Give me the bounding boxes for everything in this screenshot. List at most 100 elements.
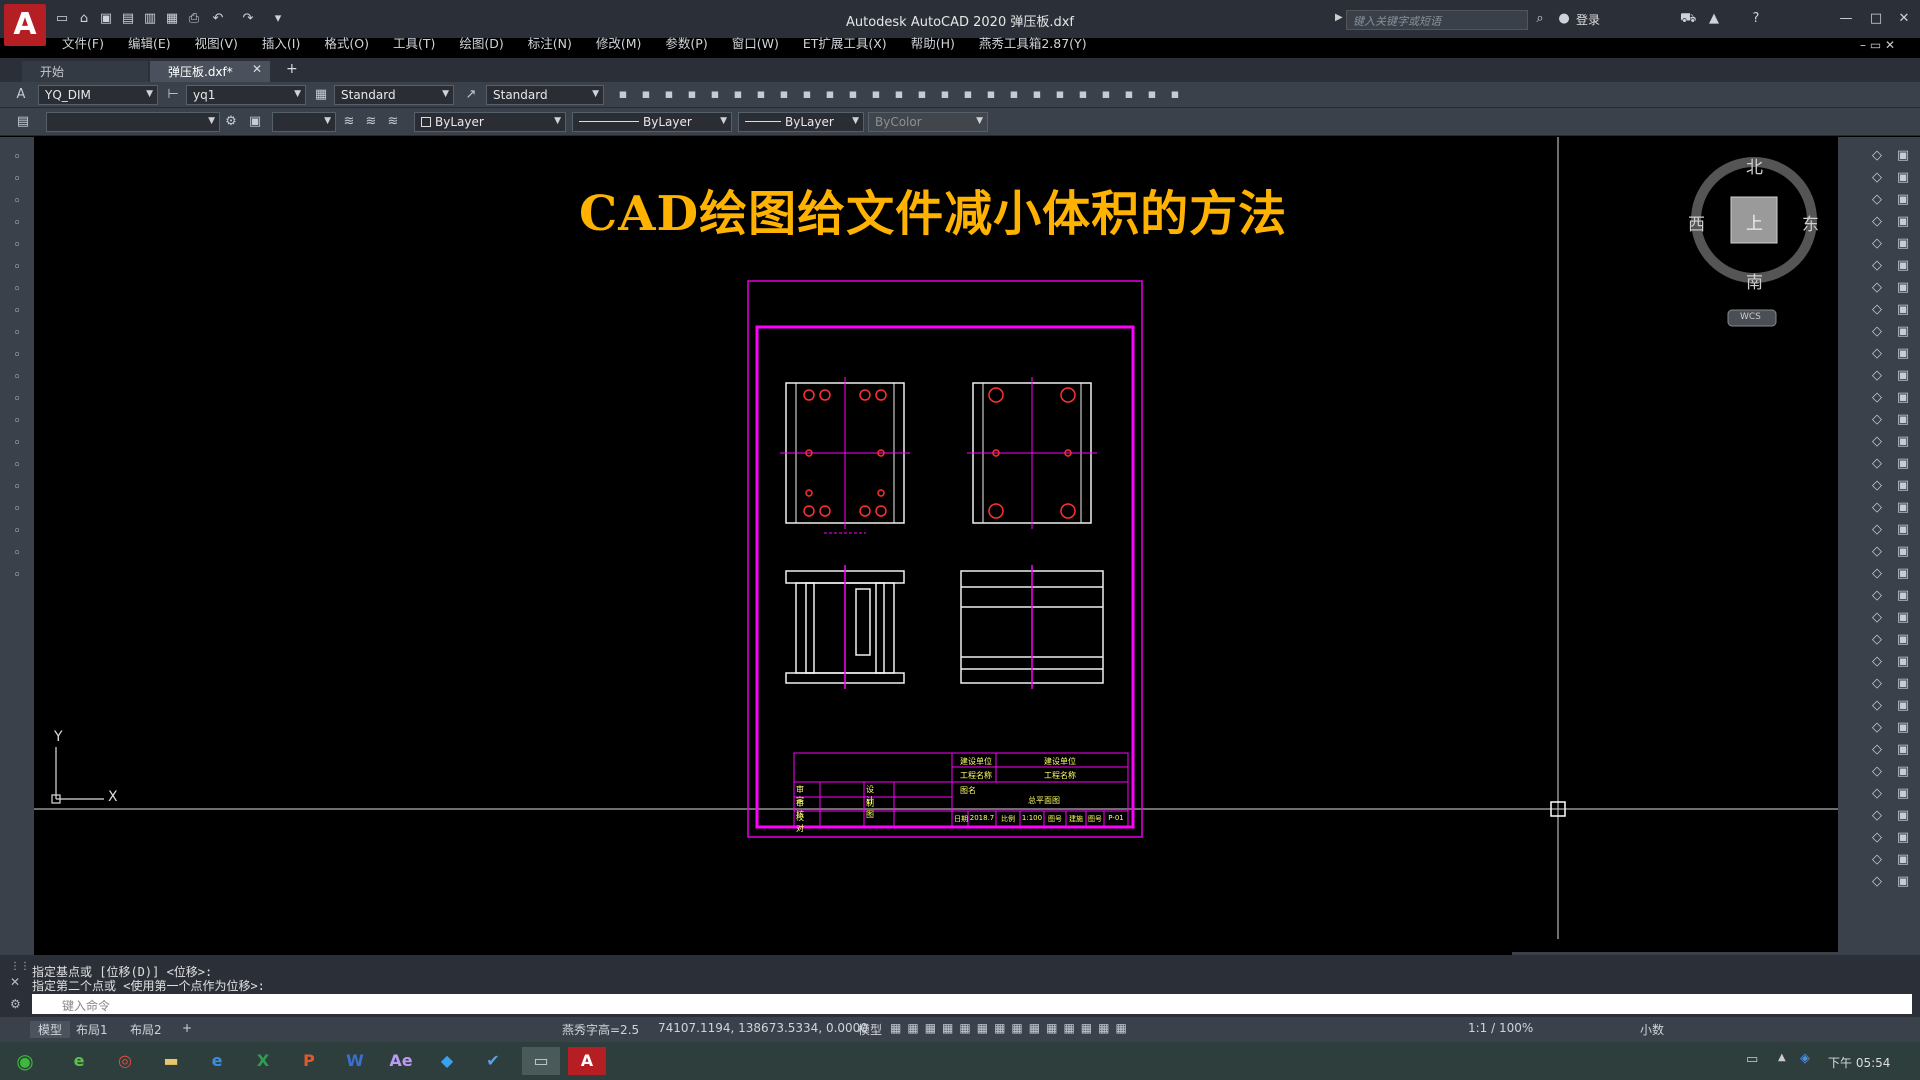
modify-tool-icon[interactable]: ◇: [1868, 147, 1886, 165]
undo-icon[interactable]: ▪: [890, 86, 908, 104]
tool-palettes-icon[interactable]: ▪: [1074, 86, 1092, 104]
modify-tool-icon[interactable]: ◇: [1868, 785, 1886, 803]
menu-item[interactable]: 帮助(H): [899, 36, 967, 58]
modify-tool-icon[interactable]: ◇: [1868, 719, 1886, 737]
web-save-icon[interactable]: ▦: [164, 11, 180, 27]
draw-hatch-icon[interactable]: ◦: [8, 457, 26, 475]
modify-tool-icon[interactable]: ▣: [1894, 477, 1912, 495]
modify-tool-icon[interactable]: ▣: [1894, 851, 1912, 869]
viewcube-west[interactable]: 西: [1688, 210, 1705, 235]
dimstyle-select[interactable]: YQ_DIM ▼: [38, 85, 158, 105]
markup-icon[interactable]: ▪: [1120, 86, 1138, 104]
menu-item[interactable]: 格式(O): [312, 36, 381, 58]
modify-tool-icon[interactable]: ▣: [1894, 631, 1912, 649]
layer-iso-icon[interactable]: ≋: [340, 113, 358, 131]
modify-tool-icon[interactable]: ▣: [1894, 873, 1912, 891]
menu-item[interactable]: 插入(I): [250, 36, 312, 58]
modify-tool-icon[interactable]: ▣: [1894, 301, 1912, 319]
draw-circle-icon[interactable]: ◦: [8, 281, 26, 299]
tray-shield-icon[interactable]: ◈: [1800, 1051, 1810, 1066]
modify-tool-icon[interactable]: ▣: [1894, 543, 1912, 561]
textstyle-select[interactable]: yq1 ▼: [186, 85, 306, 105]
taskbar-after-effects[interactable]: Ae: [382, 1047, 420, 1075]
taskbar-excel[interactable]: X: [244, 1047, 282, 1075]
menu-item[interactable]: 视图(V): [183, 36, 250, 58]
new-tab-button[interactable]: +: [286, 61, 298, 77]
3d-print-icon[interactable]: ▪: [752, 86, 770, 104]
props-icon[interactable]: ▪: [1028, 86, 1046, 104]
cut-icon[interactable]: ▪: [775, 86, 793, 104]
mleader-style-icon[interactable]: ↗: [462, 86, 480, 104]
modify-tool-icon[interactable]: ◇: [1868, 587, 1886, 605]
draw-gradient-icon[interactable]: ◦: [8, 479, 26, 497]
search-expand-icon[interactable]: ▶: [1335, 12, 1343, 23]
modify-tool-icon[interactable]: ◇: [1868, 741, 1886, 759]
modify-tool-icon[interactable]: ▣: [1894, 213, 1912, 231]
a360-icon[interactable]: ▲: [1706, 11, 1722, 27]
draw-mtext-icon[interactable]: ◦: [8, 545, 26, 563]
zoom-window-icon[interactable]: ▪: [982, 86, 1000, 104]
taskbar-word[interactable]: W: [336, 1047, 374, 1075]
maximize-icon[interactable]: □: [1868, 11, 1884, 27]
modify-tool-icon[interactable]: ▣: [1894, 235, 1912, 253]
taskbar-app-360[interactable]: e: [60, 1047, 98, 1075]
menu-item[interactable]: ET扩展工具(X): [791, 36, 899, 58]
draw-line-icon[interactable]: ◦: [8, 149, 26, 167]
open-icon[interactable]: ▪: [637, 86, 655, 104]
taskbar-ie[interactable]: e: [198, 1047, 236, 1075]
draw-table-icon[interactable]: ◦: [8, 523, 26, 541]
block-icon[interactable]: ▪: [867, 86, 885, 104]
modify-tool-icon[interactable]: ◇: [1868, 367, 1886, 385]
redo-icon[interactable]: ▪: [913, 86, 931, 104]
tablestyle-select[interactable]: Standard ▼: [334, 85, 454, 105]
layer-match-icon[interactable]: ≋: [362, 113, 380, 131]
layer-state-select[interactable]: ▼: [272, 112, 336, 132]
customize-qat-icon[interactable]: ▾: [270, 11, 286, 27]
3d-osnap-toggle-icon[interactable]: ▦: [1046, 1021, 1057, 1035]
taskbar-explorer[interactable]: ▬: [152, 1047, 190, 1075]
viewcube-south[interactable]: 南: [1746, 268, 1763, 293]
draw-polyline-icon[interactable]: ◦: [8, 171, 26, 189]
modify-tool-icon[interactable]: ◇: [1868, 631, 1886, 649]
copy-icon[interactable]: ▪: [798, 86, 816, 104]
save-as-icon[interactable]: ▤: [120, 11, 136, 27]
modify-tool-icon[interactable]: ▣: [1894, 279, 1912, 297]
osnap-toggle-icon[interactable]: ▦: [977, 1021, 988, 1035]
plotstyle-select[interactable]: ByColor ▼: [868, 112, 988, 132]
undo-icon[interactable]: ↶: [210, 11, 226, 27]
layer-state-icon[interactable]: ▣: [246, 113, 264, 131]
modify-tool-icon[interactable]: ▣: [1894, 389, 1912, 407]
draw-make-block-icon[interactable]: ◦: [8, 413, 26, 431]
modify-tool-icon[interactable]: ◇: [1868, 697, 1886, 715]
pan-icon[interactable]: ▪: [936, 86, 954, 104]
taskbar-app-blue[interactable]: ◆: [428, 1047, 466, 1075]
modify-tool-icon[interactable]: ▣: [1894, 323, 1912, 341]
modify-tool-icon[interactable]: ◇: [1868, 323, 1886, 341]
paste-icon[interactable]: ▪: [821, 86, 839, 104]
modify-tool-icon[interactable]: ◇: [1868, 675, 1886, 693]
table-style-icon[interactable]: ▦: [312, 86, 330, 104]
dynamic-ucs-toggle-icon[interactable]: ▦: [1063, 1021, 1074, 1035]
modify-tool-icon[interactable]: ▣: [1894, 785, 1912, 803]
menu-item[interactable]: 燕秀工具箱2.87(Y): [967, 36, 1099, 58]
layer-select[interactable]: ▼: [46, 112, 220, 132]
doc-window-controls[interactable]: – ▭ ✕: [1860, 38, 1895, 52]
modify-tool-icon[interactable]: ◇: [1868, 499, 1886, 517]
modify-tool-icon[interactable]: ◇: [1868, 257, 1886, 275]
cmd-grip-icon[interactable]: ⋮⋮: [10, 961, 30, 972]
modify-tool-icon[interactable]: ◇: [1868, 477, 1886, 495]
open-file-icon[interactable]: ⌂: [76, 11, 92, 27]
calc-icon[interactable]: ▪: [1143, 86, 1161, 104]
zoom-prev-icon[interactable]: ▪: [1005, 86, 1023, 104]
modify-tool-icon[interactable]: ◇: [1868, 279, 1886, 297]
draw-arc-icon[interactable]: ◦: [8, 259, 26, 277]
modify-tool-icon[interactable]: ◇: [1868, 807, 1886, 825]
login-link[interactable]: 登录: [1576, 11, 1600, 28]
modify-tool-icon[interactable]: ◇: [1868, 191, 1886, 209]
publish-icon[interactable]: ▪: [729, 86, 747, 104]
annotation-visibility-toggle-icon[interactable]: ▦: [1098, 1021, 1109, 1035]
modify-tool-icon[interactable]: ◇: [1868, 213, 1886, 231]
sheet-set-icon[interactable]: ▪: [1097, 86, 1115, 104]
modify-tool-icon[interactable]: ▣: [1894, 191, 1912, 209]
cart-icon[interactable]: ⛟: [1680, 11, 1696, 27]
